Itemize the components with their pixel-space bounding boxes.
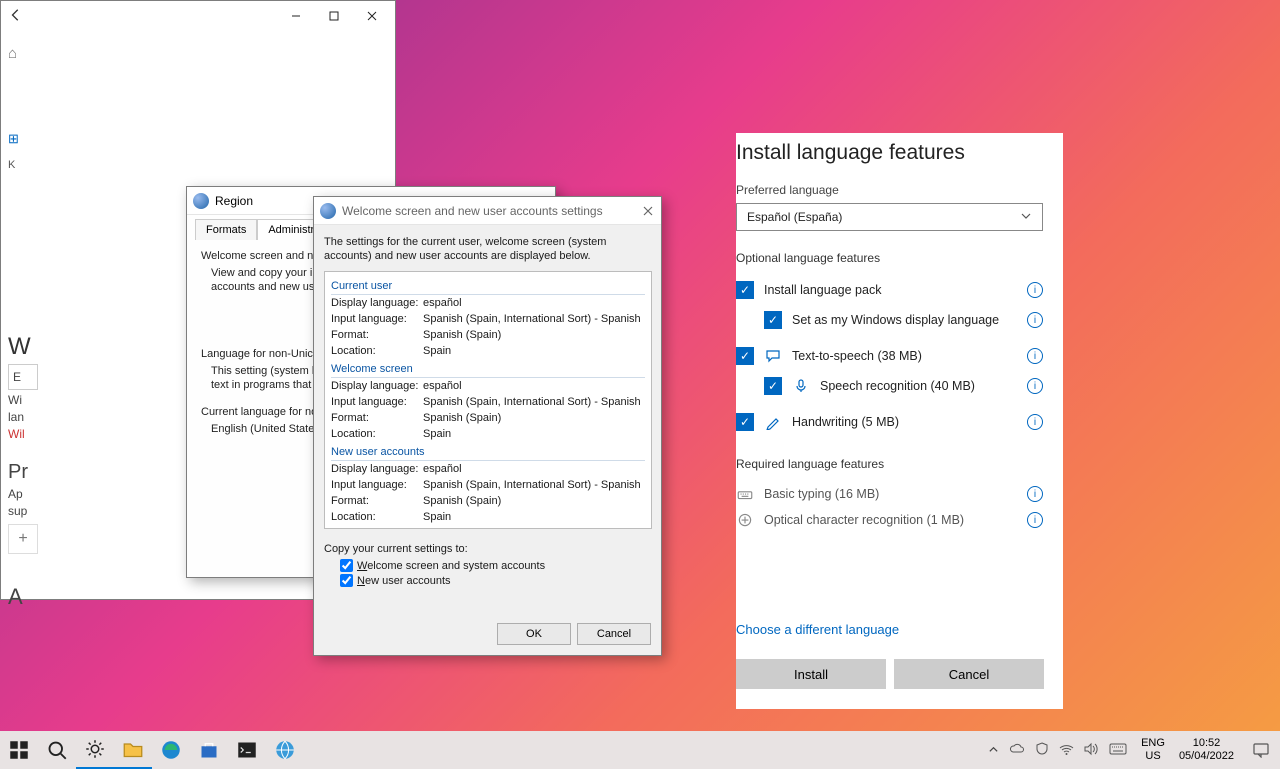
welcome-title: Welcome screen and new user accounts set…	[342, 204, 603, 218]
settings-main-peek: W E Wi lan Wil Pr Ap sup + A	[8, 330, 38, 613]
tray-wifi-icon[interactable]	[1059, 743, 1074, 758]
clock[interactable]: 10:52 05/04/2022	[1171, 737, 1242, 763]
feature-install-pack[interactable]: ✓ Install language pack i	[736, 275, 1043, 305]
dialog-buttons: OK Cancel	[497, 623, 651, 645]
required-typing: Basic typing (16 MB) i	[736, 481, 1043, 507]
optional-features-heading: Optional language features	[736, 251, 1063, 265]
window-controls	[277, 2, 395, 30]
tray-onedrive-icon[interactable]	[1009, 743, 1025, 758]
kv-row: Location:Spain	[331, 509, 645, 525]
speech-bubble-icon	[764, 347, 782, 365]
preferred-language-label: Preferred language	[736, 183, 1063, 197]
section-new-user: New user accounts	[331, 444, 645, 461]
install-button[interactable]: Install	[736, 659, 886, 689]
keyboard-icon	[736, 485, 754, 503]
chevron-down-icon	[1020, 210, 1032, 225]
info-icon[interactable]: i	[1027, 414, 1043, 430]
checkbox-checked-icon[interactable]: ✓	[764, 311, 782, 329]
checkbox-checked-icon[interactable]: ✓	[736, 413, 754, 431]
taskbar-terminal[interactable]	[228, 731, 266, 769]
checkbox-new-user[interactable]: New user accounts	[340, 574, 651, 587]
taskbar[interactable]: ENG US 10:52 05/04/2022	[0, 731, 1280, 769]
taskbar-right: ENG US 10:52 05/04/2022	[980, 731, 1280, 769]
info-icon[interactable]: i	[1027, 348, 1043, 364]
tray-chevron-up-icon[interactable]	[988, 743, 999, 758]
kv-row: Format:Spanish (Spain)	[331, 327, 645, 343]
kv-row: Input language:Spanish (Spain, Internati…	[331, 394, 645, 410]
checkbox-welcome-screen[interactable]: Welcome screen and system accounts	[340, 559, 651, 572]
info-icon[interactable]: i	[1027, 312, 1043, 328]
required-ocr: Optical character recognition (1 MB) i	[736, 507, 1043, 533]
taskbar-explorer[interactable]	[114, 731, 152, 769]
back-button[interactable]	[9, 8, 23, 25]
feature-speech-recognition[interactable]: ✓ Speech recognition (40 MB) i	[736, 371, 1043, 401]
checkbox-input[interactable]	[340, 574, 353, 587]
section-welcome-screen: Welcome screen	[331, 361, 645, 378]
region-title: Region	[215, 194, 253, 208]
cancel-button[interactable]: Cancel	[894, 659, 1044, 689]
checkbox-input[interactable]	[340, 559, 353, 572]
taskbar-store[interactable]	[190, 731, 228, 769]
required-features-heading: Required language features	[736, 457, 1063, 471]
info-icon[interactable]: i	[1027, 282, 1043, 298]
globe-icon	[320, 203, 336, 219]
taskbar-globe[interactable]	[266, 731, 304, 769]
kv-row: Location:Spain	[331, 343, 645, 359]
taskbar-edge[interactable]	[152, 731, 190, 769]
checkbox-checked-icon[interactable]: ✓	[736, 281, 754, 299]
feature-handwriting[interactable]: ✓ Handwriting (5 MB) i	[736, 407, 1043, 437]
checkbox-checked-icon[interactable]: ✓	[736, 347, 754, 365]
kv-row: Location:Spain	[331, 426, 645, 442]
system-tray[interactable]	[980, 742, 1135, 759]
ocr-icon	[736, 511, 754, 529]
info-box: Current user Display language:español In…	[324, 271, 652, 529]
start-button[interactable]	[0, 731, 38, 769]
kv-row: Display language:español	[331, 461, 645, 477]
checkbox-checked-icon[interactable]: ✓	[764, 377, 782, 395]
info-icon[interactable]: i	[1027, 378, 1043, 394]
kv-row: Input language:Spanish (Spain, Internati…	[331, 311, 645, 327]
pen-icon	[764, 413, 782, 431]
kv-row: Display language:español	[331, 295, 645, 311]
install-language-modal[interactable]: Install language features Preferred lang…	[736, 133, 1063, 709]
selected-language: Español (España)	[747, 210, 842, 224]
cancel-button[interactable]: Cancel	[577, 623, 651, 645]
welcome-intro: The settings for the current user, welco…	[324, 235, 651, 263]
microphone-icon	[792, 377, 810, 395]
copy-label: Copy your current settings to:	[324, 543, 651, 555]
tray-volume-icon[interactable]	[1084, 742, 1099, 759]
tray-keyboard-icon[interactable]	[1109, 743, 1127, 758]
close-button[interactable]	[353, 2, 391, 30]
info-icon[interactable]: i	[1027, 486, 1043, 502]
welcome-body: The settings for the current user, welco…	[314, 225, 661, 599]
language-indicator[interactable]: ENG US	[1135, 737, 1171, 763]
ok-button[interactable]: OK	[497, 623, 571, 645]
search-button[interactable]	[38, 731, 76, 769]
kv-row: Display language:español	[331, 378, 645, 394]
globe-icon	[193, 193, 209, 209]
modal-buttons: Install Cancel	[736, 659, 1044, 689]
notifications-button[interactable]	[1242, 731, 1280, 769]
kv-row: Input language:Spanish (Spain, Internati…	[331, 477, 645, 493]
feature-display-language[interactable]: ✓ Set as my Windows display language i	[736, 305, 1043, 335]
section-current-user: Current user	[331, 278, 645, 295]
tray-security-icon[interactable]	[1035, 742, 1049, 759]
choose-different-language-link[interactable]: Choose a different language	[736, 622, 899, 637]
feature-tts[interactable]: ✓ Text-to-speech (38 MB) i	[736, 341, 1043, 371]
minimize-button[interactable]	[277, 2, 315, 30]
close-button[interactable]	[641, 204, 655, 218]
tab-formats[interactable]: Formats	[195, 219, 257, 240]
kv-row: Format:Spanish (Spain)	[331, 493, 645, 509]
taskbar-settings[interactable]	[76, 731, 114, 769]
preferred-language-select[interactable]: Español (España)	[736, 203, 1043, 231]
settings-nav-peek: ⌂ ⊞ K	[8, 40, 19, 178]
info-icon[interactable]: i	[1027, 512, 1043, 528]
maximize-button[interactable]	[315, 2, 353, 30]
kv-row: Format:Spanish (Spain)	[331, 410, 645, 426]
modal-title: Install language features	[736, 141, 1063, 165]
welcome-dialog[interactable]: Welcome screen and new user accounts set…	[313, 196, 662, 656]
welcome-titlebar[interactable]: Welcome screen and new user accounts set…	[314, 197, 661, 225]
settings-titlebar[interactable]	[1, 1, 395, 31]
